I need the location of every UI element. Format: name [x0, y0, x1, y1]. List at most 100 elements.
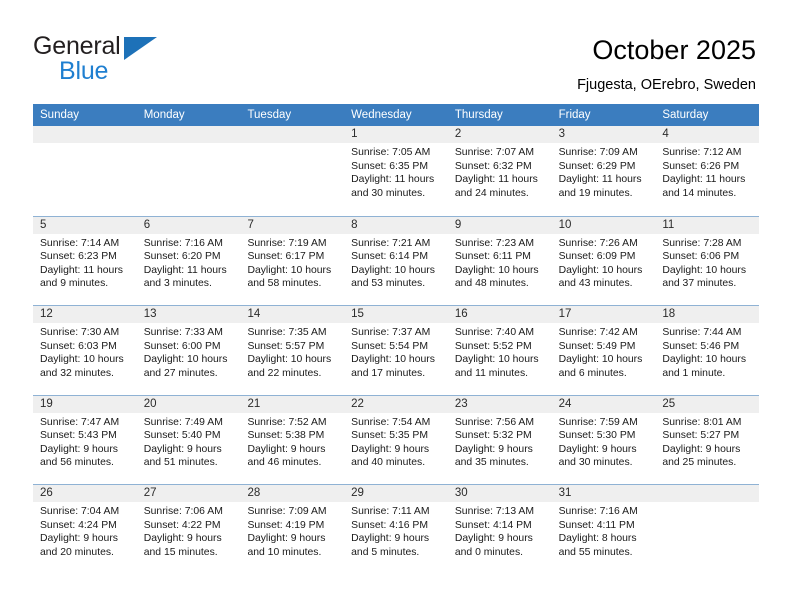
day-cell[interactable]: 28 Sunrise: 7:09 AM Sunset: 4:19 PM Dayl… [240, 485, 345, 574]
sunset-text: Sunset: 5:43 PM [40, 430, 117, 442]
day-number-strip: 21 [240, 395, 345, 413]
day-cell[interactable]: 4 Sunrise: 7:12 AM Sunset: 6:26 PM Dayli… [655, 126, 760, 216]
calendar-week-row: 26 Sunrise: 7:04 AM Sunset: 4:24 PM Dayl… [33, 484, 760, 574]
day-cell[interactable]: 1 Sunrise: 7:05 AM Sunset: 6:35 PM Dayli… [344, 126, 448, 216]
day-cell[interactable]: 12 Sunrise: 7:30 AM Sunset: 6:03 PM Dayl… [33, 306, 137, 395]
day-cell[interactable]: 21 Sunrise: 7:52 AM Sunset: 5:38 PM Dayl… [240, 395, 345, 484]
sunrise-text: Sunrise: 8:01 AM [662, 416, 742, 428]
sunset-text: Sunset: 4:19 PM [247, 519, 325, 531]
day-number-strip: 7 [240, 216, 345, 234]
day-number-strip: 1 [344, 126, 448, 143]
sunset-text: Sunset: 6:29 PM [558, 160, 636, 172]
day-cell[interactable]: 13 Sunrise: 7:33 AM Sunset: 6:00 PM Dayl… [136, 306, 241, 395]
day-number-strip: 8 [344, 216, 448, 234]
day-cell[interactable]: 2 Sunrise: 7:07 AM Sunset: 6:32 PM Dayli… [447, 126, 552, 216]
day-number: 13 [143, 308, 157, 320]
day-info: Sunrise: 7:04 AM Sunset: 4:24 PM Dayligh… [33, 502, 137, 559]
day-cell[interactable]: 9 Sunrise: 7:23 AM Sunset: 6:11 PM Dayli… [447, 216, 552, 305]
day-info: Sunrise: 7:49 AM Sunset: 5:40 PM Dayligh… [137, 413, 241, 470]
day-number-strip [655, 485, 760, 502]
day-cell[interactable]: 15 Sunrise: 7:37 AM Sunset: 5:54 PM Dayl… [344, 306, 448, 395]
sunrise-text: Sunrise: 7:06 AM [143, 506, 223, 517]
day-cell[interactable]: 5 Sunrise: 7:14 AM Sunset: 6:23 PM Dayli… [33, 216, 137, 305]
sunset-text: Sunset: 5:40 PM [143, 430, 221, 442]
day-info: Sunrise: 7:05 AM Sunset: 6:35 PM Dayligh… [344, 143, 448, 200]
sunrise-text: Sunrise: 7:12 AM [662, 147, 742, 158]
daylight-text: Daylight: 10 hours and 1 minute. [662, 354, 747, 379]
day-number: 24 [558, 397, 572, 410]
day-info: Sunrise: 7:30 AM Sunset: 6:03 PM Dayligh… [33, 323, 137, 380]
day-cell[interactable]: 16 Sunrise: 7:40 AM Sunset: 5:52 PM Dayl… [447, 306, 552, 395]
daylight-text: Daylight: 9 hours and 0 minutes. [454, 533, 533, 558]
day-cell[interactable]: 22 Sunrise: 7:54 AM Sunset: 5:35 PM Dayl… [344, 395, 448, 484]
daylight-text: Daylight: 11 hours and 19 minutes. [558, 174, 642, 199]
day-cell[interactable]: 24 Sunrise: 7:59 AM Sunset: 5:30 PM Dayl… [551, 395, 656, 484]
sunset-text: Sunset: 6:32 PM [454, 160, 532, 172]
calendar-week-row: 1 Sunrise: 7:05 AM Sunset: 6:35 PM Dayli… [33, 126, 760, 216]
day-cell[interactable] [240, 126, 345, 216]
day-number: 12 [40, 308, 53, 320]
day-cell[interactable]: 27 Sunrise: 7:06 AM Sunset: 4:22 PM Dayl… [136, 485, 241, 574]
sunset-text: Sunset: 5:54 PM [351, 340, 428, 352]
sunset-text: Sunset: 5:52 PM [454, 340, 532, 352]
calendar-week-row: 19 Sunrise: 7:47 AM Sunset: 5:43 PM Dayl… [33, 394, 760, 484]
day-number: 31 [558, 487, 572, 499]
day-number-strip: 16 [447, 306, 552, 323]
sunset-text: Sunset: 6:03 PM [40, 340, 117, 352]
day-number-strip: 15 [344, 306, 448, 323]
daylight-text: Daylight: 10 hours and 17 minutes. [351, 354, 435, 379]
day-info: Sunrise: 7:16 AM Sunset: 6:20 PM Dayligh… [137, 234, 241, 291]
day-cell[interactable]: 26 Sunrise: 7:04 AM Sunset: 4:24 PM Dayl… [33, 485, 137, 574]
sunrise-text: Sunrise: 7:49 AM [143, 416, 223, 428]
weekday-header-tuesday: Tuesday [247, 109, 292, 121]
day-number: 19 [40, 397, 53, 410]
day-number: 23 [454, 397, 468, 410]
sunrise-text: Sunrise: 7:42 AM [558, 327, 638, 338]
day-cell[interactable]: 17 Sunrise: 7:42 AM Sunset: 5:49 PM Dayl… [551, 306, 656, 395]
day-number-strip: 9 [447, 216, 552, 234]
day-cell[interactable]: 14 Sunrise: 7:35 AM Sunset: 5:57 PM Dayl… [240, 306, 345, 395]
day-cell[interactable]: 23 Sunrise: 7:56 AM Sunset: 5:32 PM Dayl… [447, 395, 552, 484]
day-info: Sunrise: 7:52 AM Sunset: 5:38 PM Dayligh… [240, 413, 344, 470]
day-number: 28 [247, 487, 261, 499]
day-number: 30 [454, 487, 468, 499]
day-cell[interactable]: 29 Sunrise: 7:11 AM Sunset: 4:16 PM Dayl… [344, 485, 448, 574]
sunrise-text: Sunrise: 7:40 AM [454, 327, 535, 338]
day-info: Sunrise: 7:09 AM Sunset: 4:19 PM Dayligh… [240, 502, 344, 559]
sunrise-text: Sunrise: 7:52 AM [247, 416, 327, 428]
sunrise-text: Sunrise: 7:21 AM [351, 237, 431, 249]
day-cell[interactable]: 11 Sunrise: 7:28 AM Sunset: 6:06 PM Dayl… [655, 216, 760, 305]
day-cell[interactable] [33, 126, 137, 216]
day-cell[interactable]: 7 Sunrise: 7:19 AM Sunset: 6:17 PM Dayli… [240, 216, 345, 305]
day-cell[interactable] [655, 485, 760, 574]
day-number-strip: 2 [447, 126, 552, 143]
sunset-text: Sunset: 6:11 PM [454, 251, 531, 263]
day-cell[interactable]: 8 Sunrise: 7:21 AM Sunset: 6:14 PM Dayli… [344, 216, 448, 305]
day-cell[interactable]: 19 Sunrise: 7:47 AM Sunset: 5:43 PM Dayl… [33, 395, 137, 484]
day-number: 27 [143, 487, 157, 499]
day-number: 11 [662, 218, 675, 231]
general-blue-logo[interactable]: General Blue [33, 32, 213, 88]
day-number: 18 [662, 308, 676, 320]
day-info: Sunrise: 7:56 AM Sunset: 5:32 PM Dayligh… [448, 413, 552, 470]
day-cell[interactable]: 6 Sunrise: 7:16 AM Sunset: 6:20 PM Dayli… [136, 216, 241, 305]
sunset-text: Sunset: 5:57 PM [247, 340, 325, 352]
sunset-text: Sunset: 4:16 PM [351, 519, 428, 531]
day-cell[interactable]: 3 Sunrise: 7:09 AM Sunset: 6:29 PM Dayli… [551, 126, 656, 216]
daylight-text: Daylight: 11 hours and 3 minutes. [143, 264, 227, 290]
day-number: 29 [351, 487, 364, 499]
day-number: 14 [247, 308, 261, 320]
day-cell[interactable] [136, 126, 241, 216]
day-cell[interactable]: 30 Sunrise: 7:13 AM Sunset: 4:14 PM Dayl… [447, 485, 552, 574]
daylight-text: Daylight: 9 hours and 10 minutes. [247, 533, 326, 558]
day-cell[interactable]: 20 Sunrise: 7:49 AM Sunset: 5:40 PM Dayl… [136, 395, 241, 484]
sunrise-text: Sunrise: 7:44 AM [662, 327, 742, 338]
sunset-text: Sunset: 5:30 PM [558, 430, 636, 442]
day-cell[interactable]: 18 Sunrise: 7:44 AM Sunset: 5:46 PM Dayl… [655, 306, 760, 395]
weekday-header-wednesday: Wednesday [351, 109, 412, 121]
day-cell[interactable]: 10 Sunrise: 7:26 AM Sunset: 6:09 PM Dayl… [551, 216, 656, 305]
sunset-text: Sunset: 4:14 PM [454, 519, 532, 531]
day-info [655, 502, 759, 505]
day-cell[interactable]: 25 Sunrise: 8:01 AM Sunset: 5:27 PM Dayl… [655, 395, 760, 484]
day-cell[interactable]: 31 Sunrise: 7:16 AM Sunset: 4:11 PM Dayl… [551, 485, 656, 574]
